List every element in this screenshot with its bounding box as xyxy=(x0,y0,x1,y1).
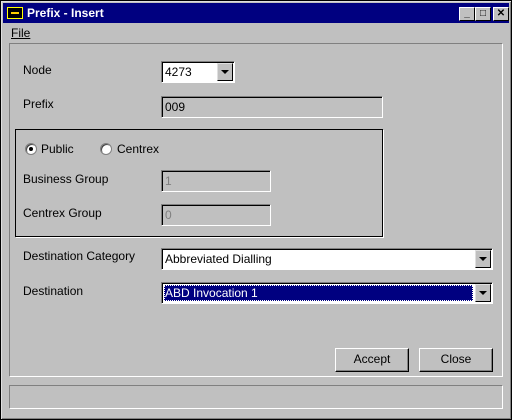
centrex-group-label: Centrex Group xyxy=(23,206,102,220)
app-icon[interactable] xyxy=(7,7,23,19)
close-button[interactable]: Close xyxy=(419,348,493,372)
minimize-button[interactable]: _ xyxy=(459,7,475,21)
destination-dropdown[interactable]: ABD Invocation 1 xyxy=(161,282,493,304)
window-title: Prefix - Insert xyxy=(27,6,104,20)
chevron-down-icon[interactable] xyxy=(475,284,491,302)
destination-category-value: Abbreviated Dialling xyxy=(165,252,272,266)
prefix-input[interactable]: 009 xyxy=(161,96,383,118)
destination-category-label: Destination Category xyxy=(23,249,136,263)
prefix-label: Prefix xyxy=(23,97,54,111)
close-window-button[interactable]: ✕ xyxy=(493,7,509,21)
public-radio-label[interactable]: Public xyxy=(41,142,74,156)
destination-value: ABD Invocation 1 xyxy=(165,286,258,300)
destination-label: Destination xyxy=(23,284,84,298)
centrex-radio-label[interactable]: Centrex xyxy=(117,142,159,156)
destination-category-dropdown[interactable]: Abbreviated Dialling xyxy=(161,248,493,270)
business-group-label: Business Group xyxy=(23,172,109,186)
centrex-group-input[interactable]: 0 xyxy=(161,204,271,226)
accept-button[interactable]: Accept xyxy=(335,348,409,372)
business-group-value: 1 xyxy=(165,174,172,188)
public-radio[interactable] xyxy=(25,143,37,155)
prefix-insert-window: Prefix - Insert _ □ ✕ File Node 4273 Pre… xyxy=(0,0,512,420)
centrex-radio[interactable] xyxy=(100,143,112,155)
business-group-input[interactable]: 1 xyxy=(161,170,271,192)
centrex-group-value: 0 xyxy=(165,208,172,222)
menu-file-label: File xyxy=(11,26,31,40)
node-label: Node xyxy=(23,63,52,77)
node-value: 4273 xyxy=(165,65,192,79)
chevron-down-icon[interactable] xyxy=(475,250,491,268)
menu-file[interactable]: File xyxy=(11,26,30,40)
status-bar xyxy=(9,385,503,409)
node-dropdown[interactable]: 4273 xyxy=(161,61,235,83)
chevron-down-icon[interactable] xyxy=(217,63,233,81)
maximize-button[interactable]: □ xyxy=(475,7,491,21)
title-bar[interactable]: Prefix - Insert _ □ ✕ xyxy=(3,3,509,23)
prefix-value: 009 xyxy=(165,100,186,114)
menu-bar: File xyxy=(3,24,509,42)
